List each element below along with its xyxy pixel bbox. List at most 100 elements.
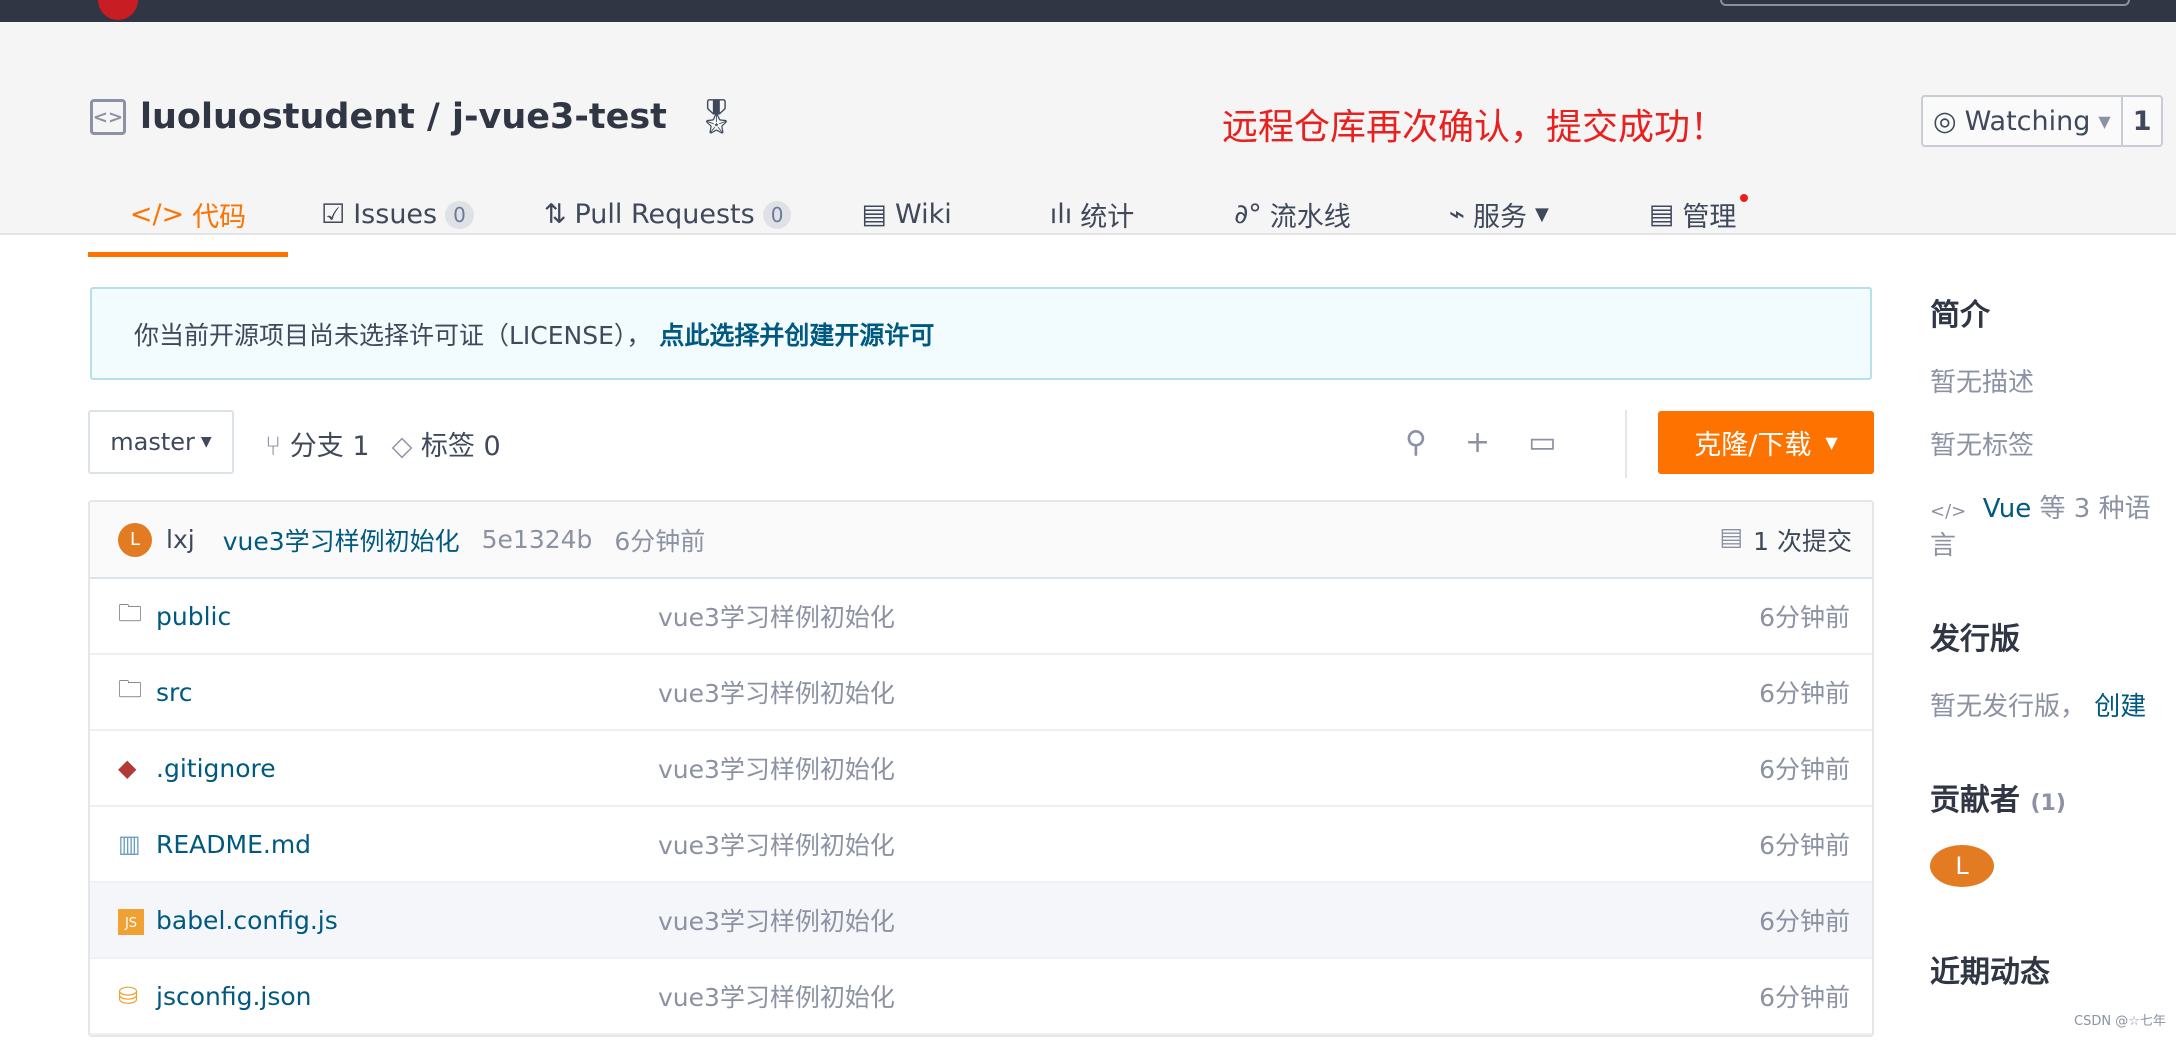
file-row[interactable]: 🗀 src vue3学习样例初始化 6分钟前 <box>90 655 1872 731</box>
file-row[interactable]: ⛁ jsconfig.json vue3学习样例初始化 6分钟前 <box>90 959 1872 1035</box>
code-icon: </> <box>129 199 185 230</box>
intro-title: 简介 <box>1930 298 1990 333</box>
book-icon: ▤ <box>861 199 887 230</box>
tab-label: Issues <box>353 199 438 230</box>
global-search-input[interactable] <box>1720 0 2130 6</box>
repo-name-link[interactable]: j-vue3-test <box>452 97 667 137</box>
branch-icon: ⑂ <box>265 431 282 462</box>
file-commit-message[interactable]: vue3学习样例初始化 <box>658 674 895 710</box>
file-row[interactable]: ◆ .gitignore vue3学习样例初始化 6分钟前 <box>90 731 1872 807</box>
tab-label: Wiki <box>894 199 952 230</box>
recent-activity-title: 近期动态 <box>1930 955 2050 990</box>
file-commit-message[interactable]: vue3学习样例初始化 <box>658 750 895 786</box>
repo-header: <> luoluostudent / j-vue3-test 🎖 远程仓库再次确… <box>0 22 2176 257</box>
chart-icon: ılı <box>1049 199 1073 230</box>
clone-download-button[interactable]: 克隆/下载 ▼ <box>1658 411 1874 474</box>
commits-count-link[interactable]: ▤ 1 次提交 <box>1720 522 1852 558</box>
file-time: 6分钟前 <box>1759 679 1850 708</box>
contributors-count: (1) <box>2030 791 2066 816</box>
tab-wiki[interactable]: ▤ Wiki <box>861 172 951 257</box>
plus-icon[interactable]: + <box>1465 425 1490 460</box>
tab-label: 服务 <box>1472 202 1527 233</box>
branches-label: 分支 1 <box>289 431 370 462</box>
git-icon: ◆ <box>118 754 137 782</box>
readme-icon: ▥ <box>118 830 141 858</box>
divider <box>1625 410 1627 478</box>
tab-issues[interactable]: ☑ Issues 0 <box>321 172 474 257</box>
tag-icon: ◇ <box>391 431 413 462</box>
tab-label: 流水线 <box>1269 202 1351 233</box>
file-commit-message[interactable]: vue3学习样例初始化 <box>658 826 895 862</box>
commit-author[interactable]: lxj <box>166 525 195 554</box>
latest-commit: L lxj vue3学习样例初始化 5e1324b 6分钟前 ▤ 1 次提交 <box>90 502 1872 579</box>
search-icon[interactable]: ⚲ <box>1405 425 1427 460</box>
monitor-icon[interactable]: ▭ <box>1528 425 1556 460</box>
file-name[interactable]: .gitignore <box>156 754 276 783</box>
file-name[interactable]: public <box>156 602 231 631</box>
folder-icon: 🗀 <box>118 674 142 703</box>
caret-down-icon: ▼ <box>200 434 212 450</box>
license-notice: 你当前开源项目尚未选择许可证（LICENSE）， 点此选择并创建开源许可 <box>90 287 1872 380</box>
file-time: 6分钟前 <box>1759 983 1850 1012</box>
database-icon: ⛁ <box>118 982 139 1010</box>
pipeline-icon: ∂° <box>1234 199 1262 230</box>
language-link[interactable]: Vue <box>1983 494 2032 524</box>
file-row[interactable]: JS babel.config.js vue3学习样例初始化 6分钟前 <box>90 883 1872 959</box>
tags-link[interactable]: ◇ 标签 0 <box>392 424 501 463</box>
tab-manage[interactable]: ▤ 管理 <box>1648 172 1749 257</box>
file-time: 6分钟前 <box>1759 603 1850 632</box>
file-time: 6分钟前 <box>1759 831 1850 860</box>
tab-label: 代码 <box>192 202 247 233</box>
issues-icon: ☑ <box>321 199 346 230</box>
caret-down-icon: ▼ <box>2098 111 2111 131</box>
commits-count: 1 次提交 <box>1753 526 1852 556</box>
file-commit-message[interactable]: vue3学习样例初始化 <box>658 978 895 1014</box>
avatar[interactable]: L <box>118 522 152 557</box>
tab-pipeline[interactable]: ∂° 流水线 <box>1234 172 1350 257</box>
release-title: 发行版 <box>1930 622 2020 657</box>
file-name[interactable]: src <box>156 678 193 707</box>
tab-label: Pull Requests <box>574 199 755 230</box>
watch-count[interactable]: 1 <box>2123 106 2162 137</box>
tags-label: 标签 0 <box>420 431 501 462</box>
tab-services[interactable]: ⌁ 服务 ▼ <box>1449 172 1549 257</box>
pull-request-icon: ⇅ <box>543 199 567 230</box>
tab-pull-requests[interactable]: ⇅ Pull Requests 0 <box>544 172 792 257</box>
tab-label: 统计 <box>1080 202 1135 233</box>
pr-count-badge: 0 <box>762 200 792 229</box>
watch-label: Watching <box>1964 105 2091 137</box>
settings-doc-icon: ▤ <box>1648 199 1675 230</box>
file-row[interactable]: 🗀 public vue3学习样例初始化 6分钟前 <box>90 579 1872 655</box>
tab-code[interactable]: </> 代码 <box>88 172 288 257</box>
commit-message-link[interactable]: vue3学习样例初始化 <box>223 522 460 558</box>
branches-link[interactable]: ⑂ 分支 1 <box>265 424 370 463</box>
tab-stats[interactable]: ılı 统计 <box>1050 172 1135 257</box>
repo-tabs: </> 代码 ☑ Issues 0 ⇅ Pull Requests 0 ▤ Wiki ılı… <box>88 172 1749 257</box>
contributor-avatar[interactable]: L <box>1930 845 1994 887</box>
file-name[interactable]: README.md <box>156 830 311 859</box>
repo-owner-link[interactable]: luoluostudent <box>140 97 415 137</box>
commit-time: 6分钟前 <box>614 526 706 556</box>
issues-count-badge: 0 <box>445 200 474 229</box>
create-license-link[interactable]: 点此选择并创建开源许可 <box>659 316 934 352</box>
no-description: 暂无描述 <box>1930 368 2035 398</box>
watch-button[interactable]: ◎ Watching ▼ 1 <box>1921 95 2164 147</box>
award-icon[interactable]: 🎖 <box>695 97 738 137</box>
file-row[interactable]: ▥ README.md vue3学习样例初始化 6分钟前 <box>90 807 1872 883</box>
logo[interactable] <box>98 0 138 20</box>
no-release: 暂无发行版， <box>1930 692 2087 722</box>
notification-dot <box>1740 194 1749 202</box>
file-name[interactable]: babel.config.js <box>156 906 338 935</box>
commit-hash[interactable]: 5e1324b <box>482 525 593 554</box>
file-name[interactable]: jsconfig.json <box>156 982 312 1011</box>
create-release-link[interactable]: 创建 <box>2094 692 2146 722</box>
file-commit-message[interactable]: vue3学习样例初始化 <box>658 902 895 938</box>
no-tags: 暂无标签 <box>1930 431 2035 461</box>
file-time: 6分钟前 <box>1759 907 1850 936</box>
file-commit-message[interactable]: vue3学习样例初始化 <box>658 598 895 634</box>
caret-down-icon: ▼ <box>1825 433 1838 452</box>
file-time: 6分钟前 <box>1759 755 1850 784</box>
repo-title: <> luoluostudent / j-vue3-test 🎖 <box>90 97 738 137</box>
annotation-text: 远程仓库再次确认，提交成功！ <box>1222 107 1727 148</box>
branch-select[interactable]: master ▼ <box>88 410 234 474</box>
